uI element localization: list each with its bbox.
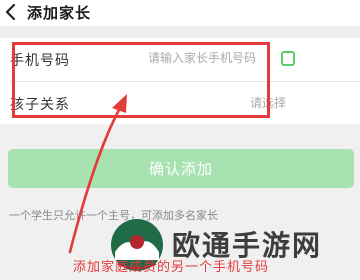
annotation-text: 添加家庭成员的另一个手机号码 (73, 260, 270, 275)
annotation-arrow (68, 94, 127, 254)
